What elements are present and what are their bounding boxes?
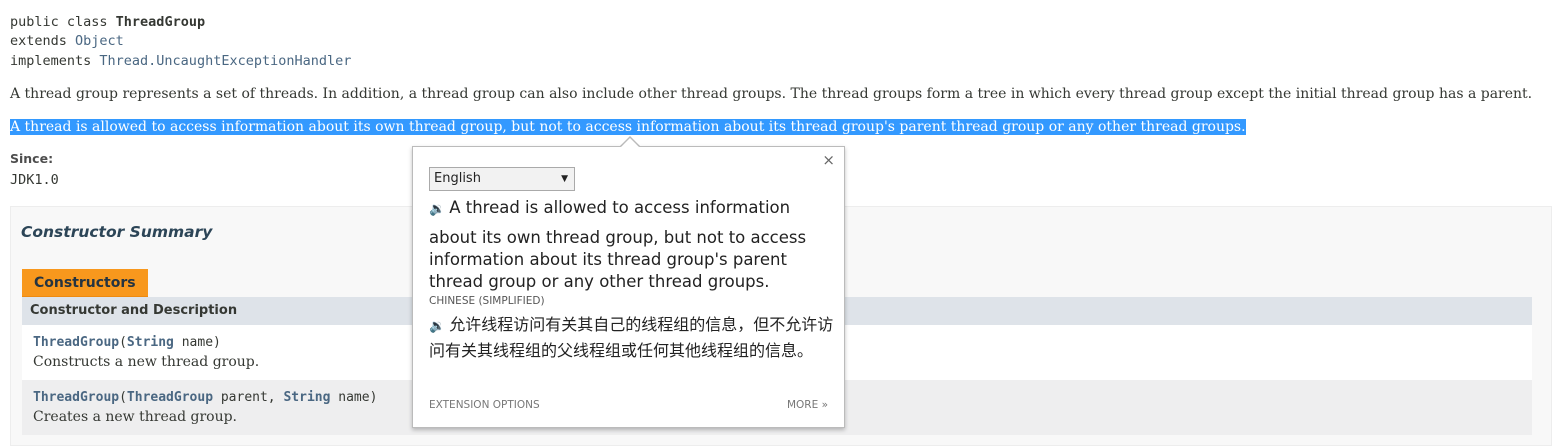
constructor-link[interactable]: ThreadGroup xyxy=(33,390,119,405)
translation-content: 允许线程访问有关其自己的线程组的信息，但不允许访问有关其线程组的父线程组或任何其… xyxy=(429,315,834,360)
param-name: name) xyxy=(330,390,378,405)
param-type-link[interactable]: ThreadGroup xyxy=(127,390,213,405)
constructor-link[interactable]: ThreadGroup xyxy=(33,335,119,350)
extends-type-link[interactable]: Object xyxy=(75,33,124,49)
tab-constructors[interactable]: Constructors xyxy=(22,269,148,297)
translation-text: 🔉 允许线程访问有关其自己的线程组的信息，但不允许访问有关其线程组的父线程组或任何… xyxy=(429,313,834,363)
class-name: ThreadGroup xyxy=(115,14,206,30)
speaker-icon[interactable]: 🔉 xyxy=(429,319,445,334)
paren: ( xyxy=(119,390,127,405)
class-description-selected-paragraph: A thread is allowed to access informatio… xyxy=(10,118,1246,136)
popup-pointer-inner xyxy=(621,138,639,147)
param-type-link[interactable]: String xyxy=(283,390,330,405)
class-description-paragraph: A thread group represents a set of threa… xyxy=(10,86,1533,102)
param-name: name) xyxy=(173,335,221,350)
chevron-down-icon: ▼ xyxy=(561,174,568,184)
signature-prefix: public class xyxy=(10,14,116,30)
constructor-summary-title: Constructor Summary xyxy=(21,223,213,241)
source-language-select[interactable]: English ▼ xyxy=(429,167,575,191)
close-icon[interactable]: × xyxy=(822,151,835,169)
source-rest-text: about its own thread group, but not to a… xyxy=(429,228,807,291)
param-type-link[interactable]: String xyxy=(127,335,174,350)
source-language-value: English xyxy=(434,171,481,186)
paren: ( xyxy=(119,335,127,350)
param-name: parent, xyxy=(213,390,284,405)
target-language-label: CHINESE (SIMPLIFIED) xyxy=(429,295,545,307)
class-signature: public class ThreadGroup extends Object … xyxy=(10,13,351,71)
extension-options-link[interactable]: EXTENSION OPTIONS xyxy=(429,399,540,411)
translate-popup: × English ▼ 🔉 A thread is allowed to acce… xyxy=(412,146,845,428)
implements-keyword: implements xyxy=(10,52,100,69)
speaker-icon[interactable]: 🔉 xyxy=(429,202,445,217)
more-link[interactable]: MORE » xyxy=(787,399,828,411)
source-first-line-text: A thread is allowed to access informatio… xyxy=(449,198,791,217)
implements-type-link[interactable]: Thread.UncaughtExceptionHandler xyxy=(99,53,351,69)
extends-keyword: extends xyxy=(10,33,76,50)
since-value: JDK1.0 xyxy=(10,172,59,188)
source-text: 🔉 A thread is allowed to access informati… xyxy=(429,197,834,293)
selected-text: A thread is allowed to access informatio… xyxy=(10,119,1246,135)
source-first-line: 🔉 A thread is allowed to access informati… xyxy=(429,197,834,221)
since-label: Since: xyxy=(10,151,54,166)
